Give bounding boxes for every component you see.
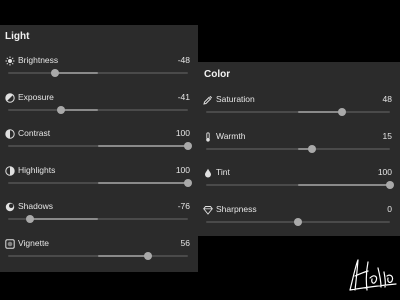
droplet-icon	[203, 168, 213, 178]
tint-slider[interactable]	[206, 181, 394, 189]
sun-icon	[5, 56, 15, 66]
saturation-slider[interactable]	[206, 108, 390, 116]
slider-label: Tint	[216, 167, 230, 177]
slider-label: Warmth	[216, 130, 246, 141]
vignette-slider[interactable]	[8, 252, 188, 260]
slider-row-saturation: Saturation 48	[198, 94, 400, 131]
slider-thumb[interactable]	[307, 144, 316, 153]
slider-value: -76	[177, 201, 190, 212]
slider-value: 15	[382, 130, 392, 141]
slider-label: Highlights	[18, 164, 56, 175]
brightness-slider[interactable]	[8, 69, 188, 77]
exposure-icon	[5, 92, 15, 103]
warmth-slider[interactable]	[206, 144, 390, 153]
slider-row-tint: Tint 100	[198, 167, 400, 204]
slider-fill	[298, 184, 390, 186]
slider-label: Sharpness	[216, 203, 257, 214]
color-panel: Color Saturation 48 Warmth 15 Tint 100 Sharpne…	[198, 62, 400, 236]
slider-fill	[298, 111, 343, 113]
highlights-icon	[5, 166, 15, 176]
slider-label: Shadows	[18, 201, 53, 212]
slider-value: 56	[180, 238, 190, 248]
slider-label: Brightness	[18, 55, 59, 65]
slider-thumb[interactable]	[50, 69, 59, 77]
slider-value: 0	[387, 203, 392, 214]
highlights-slider[interactable]	[8, 178, 192, 187]
slider-value: -41	[177, 91, 190, 102]
slider-row-vignette: Vignette 56	[0, 238, 198, 275]
slider-value: 100	[377, 167, 392, 177]
slider-fill	[29, 218, 98, 221]
slider-thumb[interactable]	[386, 181, 394, 189]
shadows-slider[interactable]	[8, 215, 188, 224]
slider-label: Vignette	[18, 238, 50, 248]
slider-fill	[61, 108, 98, 111]
slider-value: 48	[382, 94, 392, 104]
slider-row-brightness: Brightness -48	[0, 55, 198, 92]
slider-thumb[interactable]	[338, 108, 347, 116]
slider-label: Contrast	[18, 128, 51, 139]
slider-row-warmth: Warmth 15	[198, 130, 400, 168]
slider-label: Exposure	[18, 91, 54, 102]
slider-value: 100	[175, 164, 190, 175]
shadows-icon	[5, 202, 15, 212]
slider-thumb[interactable]	[184, 142, 192, 151]
slider-row-shadows: Shadows -76	[0, 201, 198, 238]
slider-row-highlights: Highlights 100	[0, 164, 198, 202]
slider-thumb[interactable]	[184, 178, 192, 187]
exposure-slider[interactable]	[8, 105, 188, 114]
contrast-icon	[5, 129, 15, 139]
vignette-icon	[5, 239, 15, 249]
thermometer-icon	[203, 131, 213, 142]
slider-label: Saturation	[216, 94, 255, 104]
slider-row-contrast: Contrast 100	[0, 128, 198, 165]
slider-thumb[interactable]	[144, 252, 153, 260]
diamond-icon	[203, 205, 213, 215]
slider-thumb[interactable]	[57, 105, 66, 114]
slider-value: -48	[177, 55, 190, 65]
light-panel-title: Light	[5, 31, 30, 42]
slider-fill	[98, 181, 188, 184]
slider-row-exposure: Exposure -41	[0, 91, 198, 129]
slider-thumb[interactable]	[25, 215, 34, 224]
light-panel: Light Brightness -48 Exposure -41 Contrast 10…	[0, 25, 198, 272]
sharpness-slider[interactable]	[206, 217, 390, 226]
slider-fill	[98, 145, 188, 148]
slider-value: 100	[175, 128, 190, 139]
slider-fill	[54, 72, 98, 74]
eyedropper-icon	[203, 95, 213, 105]
slider-row-sharpness: Sharpness 0	[198, 203, 400, 241]
contrast-slider[interactable]	[8, 142, 192, 151]
slider-fill	[98, 255, 149, 257]
slider-thumb[interactable]	[294, 217, 302, 226]
signature-watermark	[349, 259, 397, 291]
color-panel-title: Color	[204, 69, 231, 80]
